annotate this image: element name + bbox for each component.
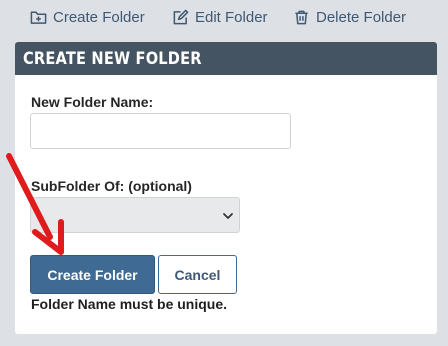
- create-folder-label: Create Folder: [53, 8, 145, 26]
- trash-icon: [295, 10, 308, 24]
- delete-folder-tool[interactable]: Delete Folder: [293, 6, 406, 28]
- edit-icon: [173, 9, 189, 24]
- edit-folder-label: Edit Folder: [195, 8, 268, 26]
- folder-name-input[interactable]: [30, 113, 291, 149]
- panel-title: CREATE NEW FOLDER: [23, 48, 202, 69]
- create-folder-tool[interactable]: Create Folder: [30, 6, 145, 28]
- cancel-button[interactable]: Cancel: [158, 255, 237, 294]
- edit-folder-tool[interactable]: Edit Folder: [172, 6, 268, 28]
- chevron-down-icon: [223, 213, 233, 219]
- create-folder-button[interactable]: Create Folder: [30, 255, 155, 294]
- unique-name-hint: Folder Name must be unique.: [31, 296, 228, 312]
- folder-name-label: New Folder Name:: [31, 94, 154, 110]
- folder-toolbar: Create Folder Edit Folder Delete Folder: [0, 0, 448, 34]
- panel-header: CREATE NEW FOLDER: [15, 42, 437, 75]
- subfolder-label: SubFolder Of: (optional): [31, 178, 192, 194]
- subfolder-select[interactable]: [30, 197, 240, 233]
- create-folder-panel: CREATE NEW FOLDER New Folder Name: SubFo…: [15, 42, 437, 334]
- delete-folder-label: Delete Folder: [316, 8, 407, 26]
- folder-plus-icon: [30, 11, 47, 24]
